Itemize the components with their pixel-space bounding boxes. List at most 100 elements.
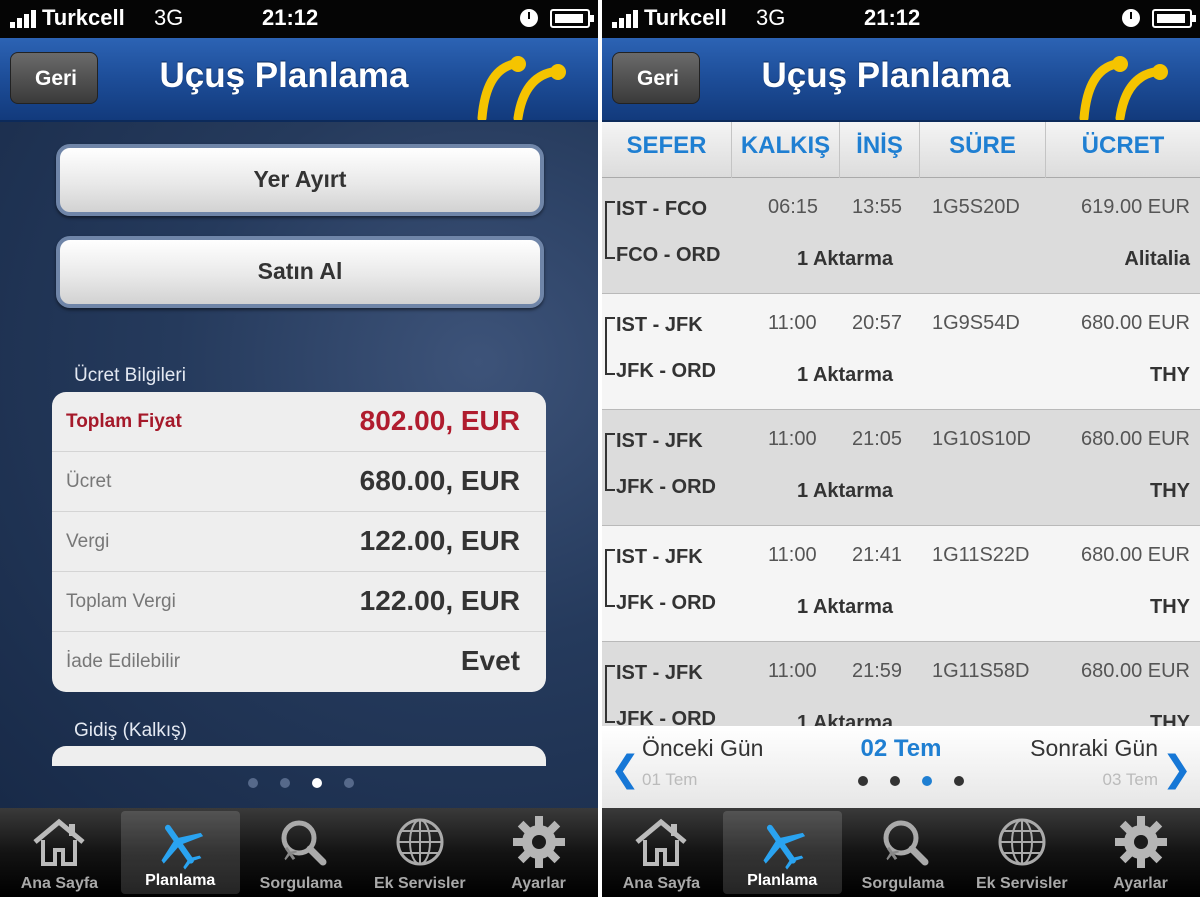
back-button[interactable]: Geri bbox=[10, 52, 98, 104]
airline-name: THY bbox=[1150, 364, 1190, 386]
flight-row[interactable]: IST - JFK JFK - ORD 11:00 20:57 1G9S54D 680.0… bbox=[602, 294, 1200, 410]
tab-label: Sorgulama bbox=[861, 875, 945, 892]
reserve-seat-button[interactable]: Yer Ayırt bbox=[56, 144, 544, 216]
status-time: 21:12 bbox=[262, 5, 319, 30]
tab-label: Planlama bbox=[145, 872, 216, 889]
next-day-date: 03 Tem bbox=[1102, 770, 1158, 789]
tab-gear[interactable]: Ayarlar bbox=[479, 808, 598, 897]
fare-row-label: İade Edilebilir bbox=[66, 651, 181, 672]
departure-time: 11:00 bbox=[768, 312, 817, 334]
connection-bracket bbox=[605, 665, 615, 723]
magnifier-icon bbox=[271, 814, 331, 870]
carrier-name: Turkcell bbox=[644, 5, 727, 30]
flight-segment-2: JFK - ORD bbox=[616, 476, 716, 498]
flight-duration: 1G9S54D bbox=[932, 312, 1020, 334]
gear-icon bbox=[1111, 814, 1171, 870]
tab-label: Ayarlar bbox=[511, 875, 566, 892]
stop-count: 1 Aktarma bbox=[797, 248, 893, 270]
tab-airplane[interactable]: Planlama bbox=[722, 811, 842, 894]
status-time: 21:12 bbox=[864, 5, 921, 30]
airplane-icon bbox=[150, 817, 210, 873]
home-icon bbox=[631, 814, 691, 870]
arrival-time: 13:55 bbox=[852, 196, 903, 218]
flight-segment-2: JFK - ORD bbox=[616, 360, 716, 382]
page-title: Uçuş Planlama bbox=[159, 56, 409, 95]
flight-duration: 1G5S20D bbox=[932, 196, 1020, 218]
tab-globe[interactable]: Ek Servisler bbox=[962, 808, 1081, 897]
buy-button[interactable]: Satın Al bbox=[56, 236, 544, 308]
flight-row[interactable]: IST - JFK JFK - ORD 11:00 21:05 1G10S10D 680.… bbox=[602, 410, 1200, 526]
page-dot bbox=[248, 778, 258, 788]
tab-home[interactable]: Ana Sayfa bbox=[0, 808, 119, 897]
fare-row-value: 680.00, EUR bbox=[359, 465, 520, 496]
fare-row-refundable: İade Edilebilir Evet bbox=[52, 632, 546, 692]
stop-count: 1 Aktarma bbox=[797, 480, 893, 502]
flight-segment-1: IST - JFK bbox=[616, 430, 703, 452]
turkcell-logo-icon bbox=[1079, 56, 1168, 120]
tab-home[interactable]: Ana Sayfa bbox=[602, 808, 721, 897]
next-day-button[interactable]: Sonraki Gün bbox=[1030, 735, 1158, 762]
page-dot bbox=[344, 778, 354, 788]
tab-label: Ana Sayfa bbox=[622, 875, 701, 892]
right-screen: Turkcell 3G 21:12 Geri Uçuş Planlama SEF… bbox=[602, 0, 1200, 897]
column-header-price[interactable]: ÜCRET bbox=[1046, 122, 1200, 178]
departure-heading: Gidiş (Kalkış) bbox=[74, 720, 187, 741]
network-type: 3G bbox=[756, 5, 786, 30]
tab-bar: Ana Sayfa Planlama Sorgulama Ek Servisler Ay… bbox=[0, 808, 598, 897]
tab-label: Sorgulama bbox=[259, 875, 343, 892]
status-bar: Turkcell 3G 21:12 bbox=[0, 0, 598, 38]
flight-price: 680.00 EUR bbox=[1081, 312, 1190, 334]
tab-gear[interactable]: Ayarlar bbox=[1081, 808, 1200, 897]
magnifier-icon bbox=[873, 814, 933, 870]
flight-row[interactable]: IST - FCO FCO - ORD 06:15 13:55 1G5S20D 619.0… bbox=[602, 178, 1200, 294]
tab-airplane[interactable]: Planlama bbox=[120, 811, 240, 894]
chevron-right-icon[interactable]: ❯ bbox=[1162, 748, 1192, 790]
flight-segment-1: IST - FCO bbox=[616, 198, 708, 220]
fare-row-label: Ücret bbox=[66, 471, 112, 492]
rotation-lock-icon bbox=[520, 9, 538, 27]
tab-magnifier[interactable]: Sorgulama bbox=[242, 808, 361, 897]
flight-segment-2: JFK - ORD bbox=[616, 592, 716, 614]
flight-price: 680.00 EUR bbox=[1081, 544, 1190, 566]
gear-icon bbox=[509, 814, 569, 870]
battery-icon bbox=[550, 9, 594, 28]
column-header-duration[interactable]: SÜRE bbox=[920, 122, 1046, 178]
rotation-lock-icon bbox=[1122, 9, 1140, 27]
tab-label: Ana Sayfa bbox=[20, 875, 99, 892]
tab-globe[interactable]: Ek Servisler bbox=[360, 808, 479, 897]
left-screen: Turkcell 3G 21:12 Geri Uçuş Planlama Yer… bbox=[0, 0, 598, 897]
back-button[interactable]: Geri bbox=[612, 52, 700, 104]
signal-icon bbox=[612, 10, 644, 28]
flight-row[interactable]: IST - JFK JFK - ORD 11:00 21:59 1G11S58D 680.… bbox=[602, 642, 1200, 726]
connection-bracket bbox=[605, 317, 615, 375]
flight-price: 619.00 EUR bbox=[1081, 196, 1190, 218]
fare-row-value: Evet bbox=[460, 645, 520, 676]
airline-name: THY bbox=[1150, 712, 1190, 726]
flight-duration: 1G11S58D bbox=[932, 660, 1030, 682]
flight-price: 680.00 EUR bbox=[1081, 428, 1190, 450]
connection-bracket bbox=[605, 433, 615, 491]
stop-count: 1 Aktarma bbox=[797, 364, 893, 386]
column-header-arrival[interactable]: İNİŞ bbox=[840, 122, 920, 178]
departure-time: 11:00 bbox=[768, 660, 817, 682]
booking-detail-content: Yer Ayırt Satın Al Ücret Bilgileri Topla… bbox=[0, 122, 598, 808]
fare-row-total: Toplam Fiyat 802.00, EUR bbox=[52, 392, 546, 452]
column-header-flight[interactable]: SEFER bbox=[602, 122, 732, 178]
flight-duration: 1G11S22D bbox=[932, 544, 1030, 566]
status-bar: Turkcell 3G 21:12 bbox=[602, 0, 1200, 38]
previous-day-date: 01 Tem bbox=[642, 770, 698, 789]
page-dot-active bbox=[922, 776, 932, 786]
flight-segment-2: JFK - ORD bbox=[616, 708, 716, 726]
departure-time: 11:00 bbox=[768, 544, 817, 566]
flight-segment-1: IST - JFK bbox=[616, 314, 703, 336]
departure-card bbox=[52, 746, 546, 766]
nav-bar: Geri Uçuş Planlama bbox=[0, 38, 598, 122]
column-header-departure[interactable]: KALKIŞ bbox=[732, 122, 840, 178]
flight-list: IST - FCO FCO - ORD 06:15 13:55 1G5S20D 619.0… bbox=[602, 178, 1200, 726]
page-title: Uçuş Planlama bbox=[761, 56, 1011, 95]
arrival-time: 21:59 bbox=[852, 660, 903, 682]
tab-magnifier[interactable]: Sorgulama bbox=[844, 808, 963, 897]
tab-bar: Ana Sayfa Planlama Sorgulama Ek Servisler Ay… bbox=[602, 808, 1200, 897]
flight-row[interactable]: IST - JFK JFK - ORD 11:00 21:41 1G11S22D 680.… bbox=[602, 526, 1200, 642]
flight-segment-1: IST - JFK bbox=[616, 662, 703, 684]
